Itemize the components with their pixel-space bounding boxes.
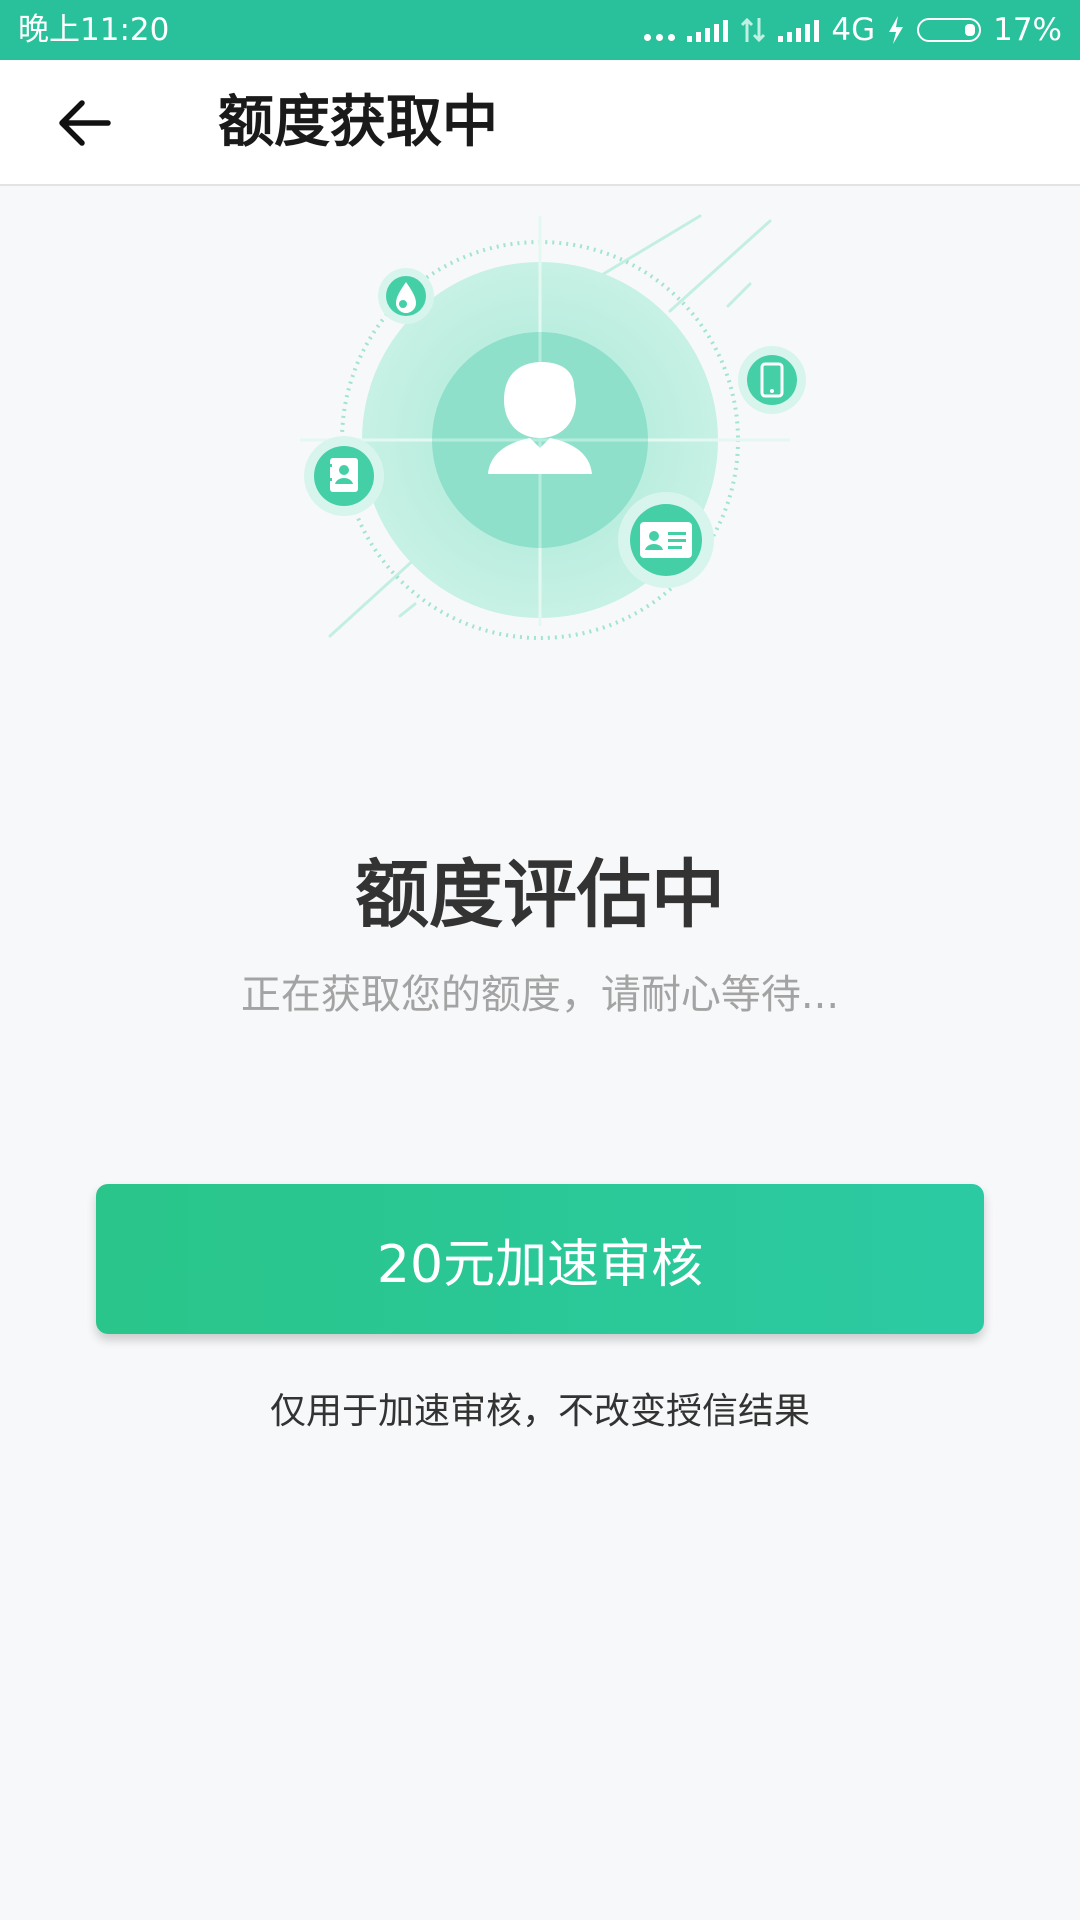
- contacts-book-icon: [304, 436, 384, 516]
- charging-icon: [889, 16, 904, 44]
- status-time: 晚上11:20: [18, 12, 170, 48]
- evaluation-title: 额度评估中: [355, 852, 725, 938]
- screen: 晚上11:20 4G 17% 额度获取中 额度评估中 正在获取您的额度，请耐心等…: [0, 0, 1080, 1920]
- accelerate-note: 仅用于加速审核，不改变授信结果: [269, 1391, 810, 1432]
- header: 额度获取中: [0, 60, 1080, 186]
- signal-icon: [687, 18, 729, 42]
- status-icons: 4G 17%: [644, 10, 1062, 50]
- evaluation-subtitle: 正在获取您的额度，请耐心等待...: [240, 972, 840, 1018]
- more-dots-icon: [644, 17, 676, 43]
- page-title: 额度获取中: [218, 90, 498, 155]
- signal-icon-2: [778, 18, 820, 42]
- id-card-icon: [618, 492, 714, 588]
- water-drop-icon: [378, 268, 434, 324]
- battery-icon: [917, 18, 982, 42]
- status-bar: 晚上11:20 4G 17%: [0, 0, 1080, 60]
- network-type: 4G: [831, 12, 876, 48]
- credit-evaluation-illustration: [0, 186, 1080, 666]
- data-transfer-icon: [741, 17, 766, 43]
- illustration-graphic: [300, 214, 806, 640]
- accelerate-review-button[interactable]: 20元加速审核: [96, 1184, 984, 1334]
- back-button[interactable]: [44, 88, 124, 158]
- arrow-left-icon: [59, 100, 111, 146]
- phone-icon: [738, 346, 806, 414]
- battery-percent: 17%: [993, 12, 1062, 48]
